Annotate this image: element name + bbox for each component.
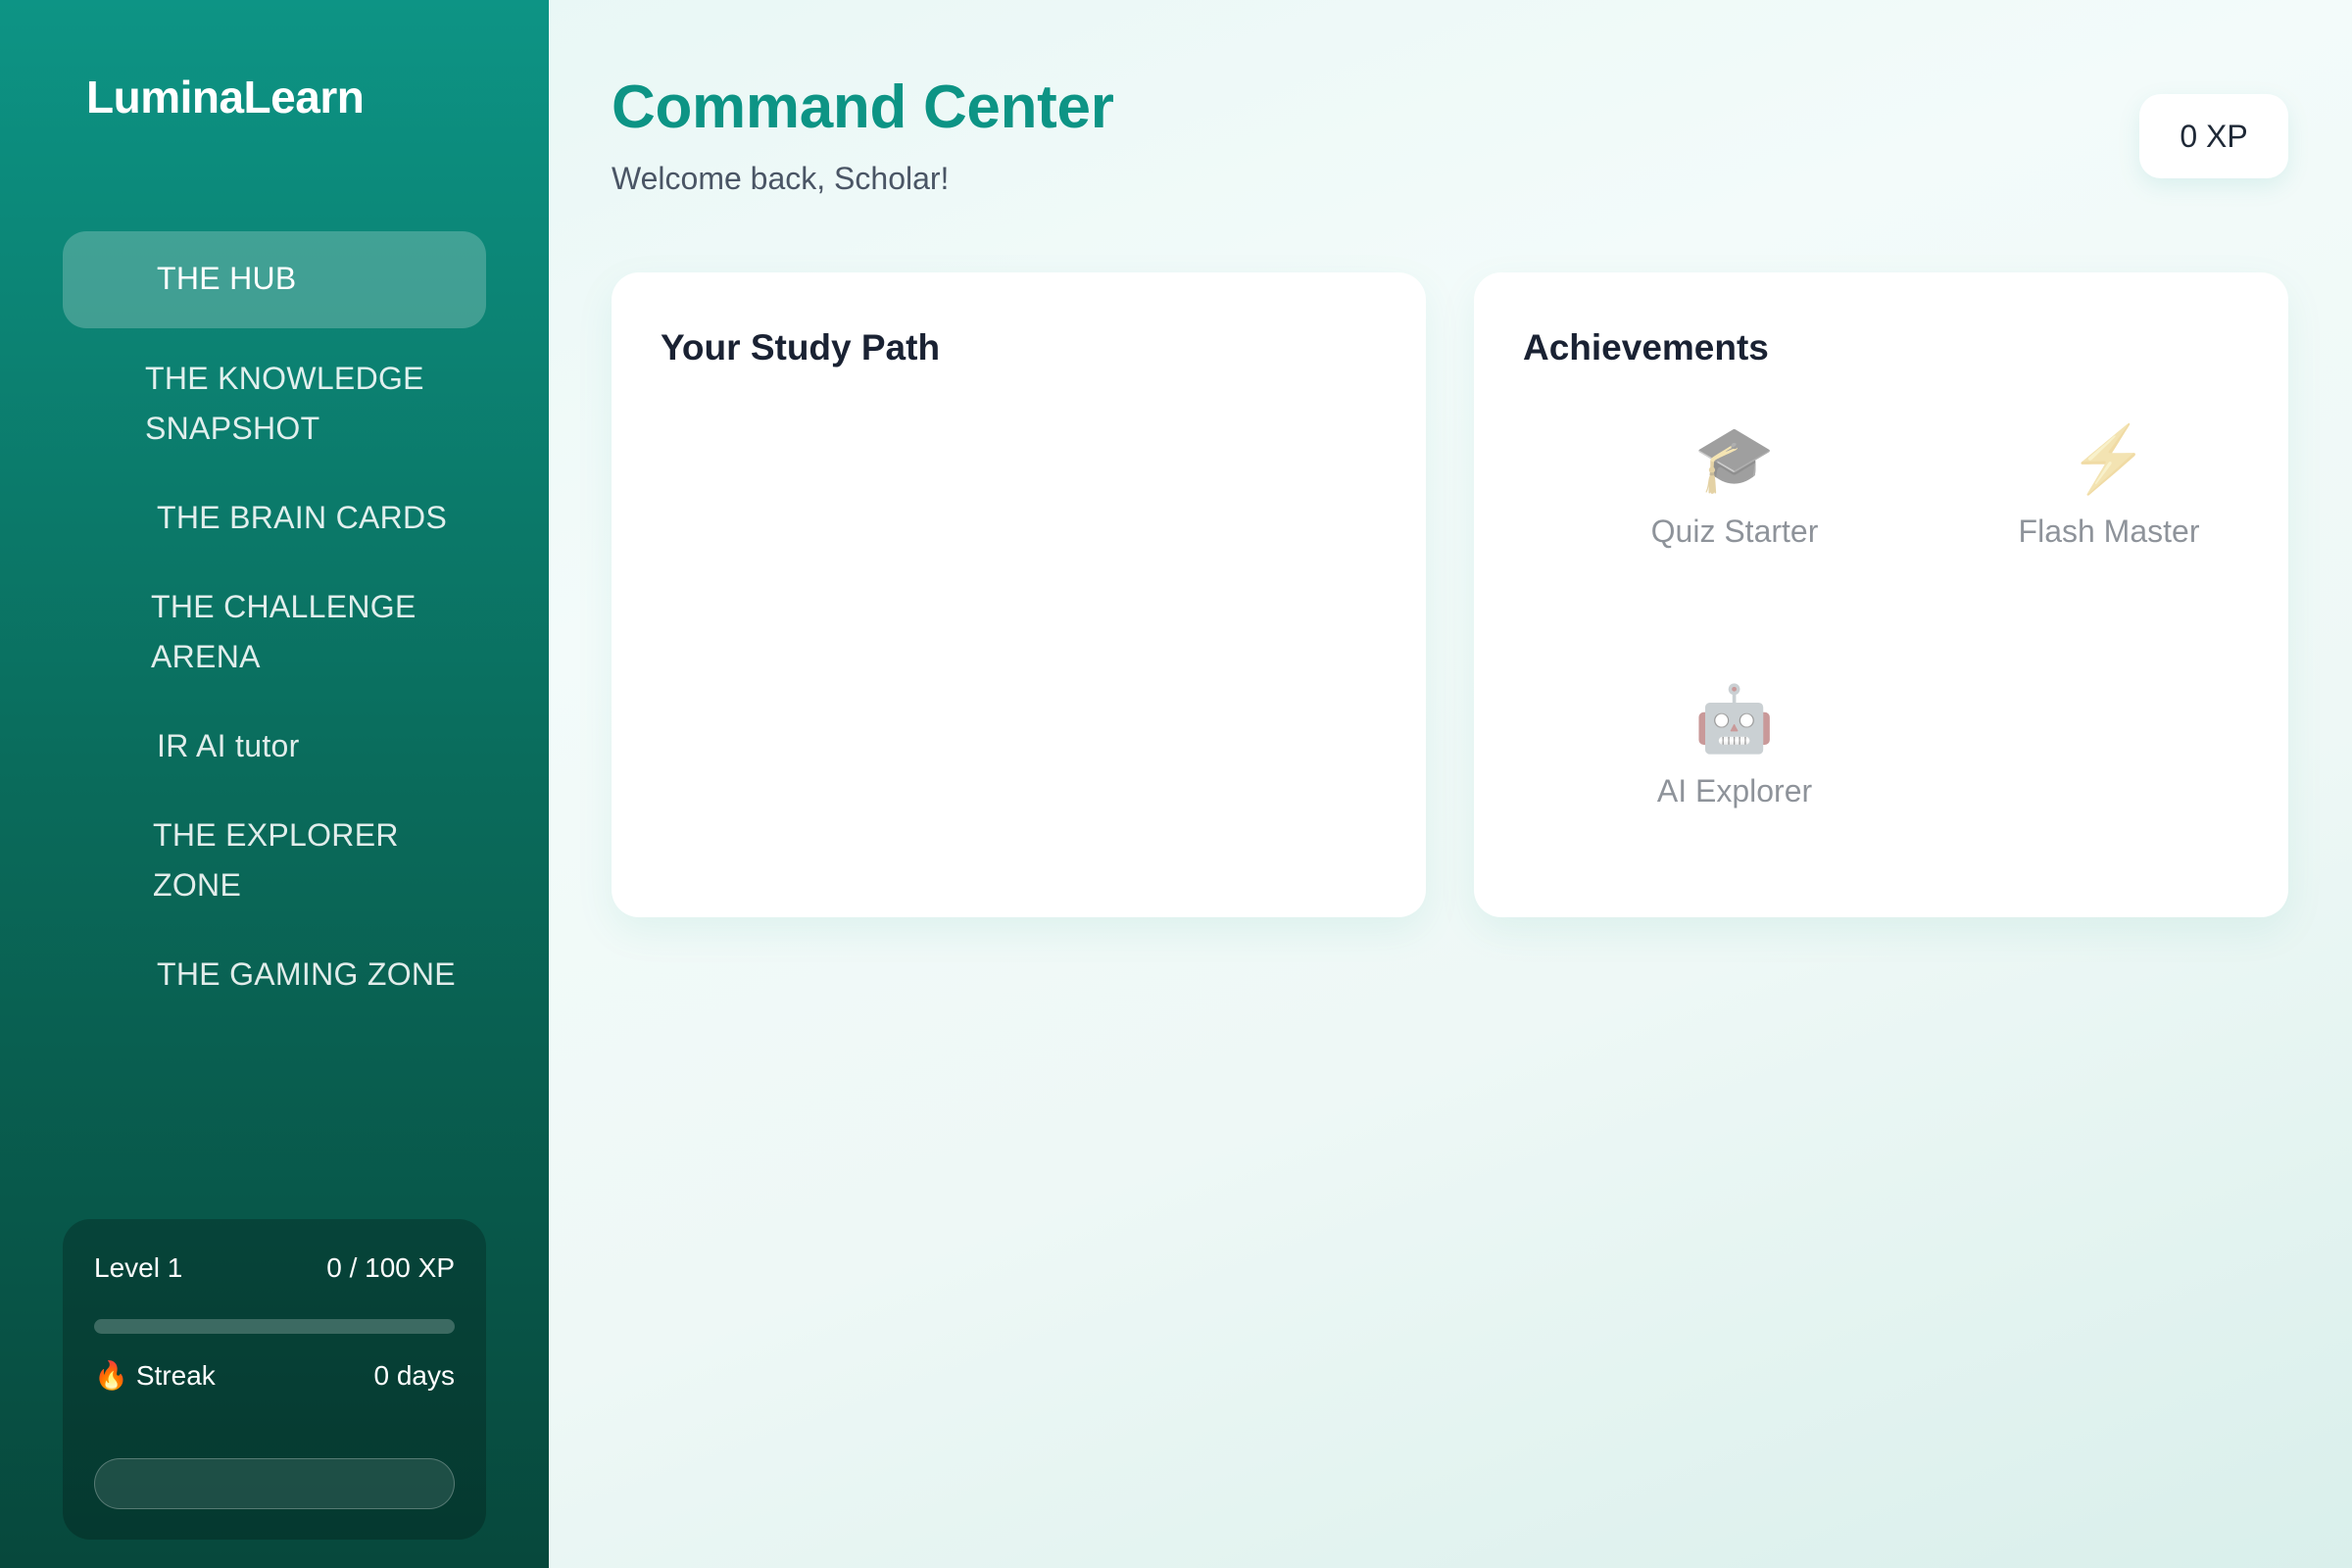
- sidebar-item-the-hub[interactable]: THE HUB: [63, 231, 486, 328]
- achievement-quiz-starter: 🎓 Quiz Starter: [1558, 419, 1911, 550]
- lightning-icon: ⚡: [2068, 422, 2150, 495]
- welcome-message: Welcome back, Scholar!: [612, 161, 950, 196]
- sidebar-item-knowledge-snapshot[interactable]: THE KNOWLEDGE SNAPSHOT: [63, 354, 486, 454]
- sidebar-nav: THE HUB THE KNOWLEDGE SNAPSHOT THE BRAIN…: [63, 231, 486, 1000]
- sidebar: LuminaLearn THE HUB THE KNOWLEDGE SNAPSH…: [0, 0, 549, 1568]
- achievement-ai-explorer: 🤖 AI Explorer: [1558, 679, 1911, 809]
- study-path-card: Your Study Path: [612, 272, 1426, 917]
- sidebar-item-challenge-arena[interactable]: THE CHALLENGE ARENA: [63, 582, 486, 682]
- study-path-title: Your Study Path: [661, 327, 941, 368]
- xp-progress-bar: [94, 1319, 455, 1334]
- sidebar-item-brain-cards[interactable]: THE BRAIN CARDS: [63, 493, 486, 543]
- sidebar-item-ai-tutor[interactable]: IR AI tutor: [63, 721, 486, 771]
- sidebar-item-gaming-zone[interactable]: THE GAMING ZONE: [63, 950, 486, 1000]
- streak-value: 0 days: [373, 1360, 456, 1391]
- streak-row: 🔥 Streak 0 days: [94, 1360, 455, 1392]
- xp-badge[interactable]: 0 XP: [2139, 94, 2288, 178]
- graduation-cap-icon: 🎓: [1693, 422, 1776, 495]
- achievements-card: Achievements 🎓 Quiz Starter ⚡ Flash Mast…: [1474, 272, 2288, 917]
- achievements-title: Achievements: [1523, 327, 1769, 368]
- level-row: Level 1 0 / 100 XP: [94, 1252, 455, 1284]
- streak-label-group: 🔥 Streak: [94, 1360, 216, 1392]
- achievement-label: AI Explorer: [1656, 773, 1813, 808]
- brand-logo[interactable]: LuminaLearn: [86, 71, 365, 123]
- achievement-label: Quiz Starter: [1650, 514, 1819, 549]
- sidebar-item-explorer-zone[interactable]: THE EXPLORER ZONE: [63, 810, 435, 910]
- flame-icon: 🔥: [94, 1360, 128, 1391]
- robot-icon: 🤖: [1693, 682, 1776, 755]
- streak-label: Streak: [135, 1360, 216, 1391]
- stats-action-button[interactable]: [94, 1458, 455, 1509]
- xp-progress-text: 0 / 100 XP: [326, 1252, 455, 1283]
- achievement-flash-master: ⚡ Flash Master: [1933, 419, 2285, 550]
- page-title: Command Center: [612, 74, 1114, 141]
- achievement-label: Flash Master: [2018, 514, 2200, 549]
- level-label: Level 1: [94, 1252, 183, 1283]
- player-stats-panel: Level 1 0 / 100 XP 🔥 Streak 0 days: [63, 1219, 486, 1540]
